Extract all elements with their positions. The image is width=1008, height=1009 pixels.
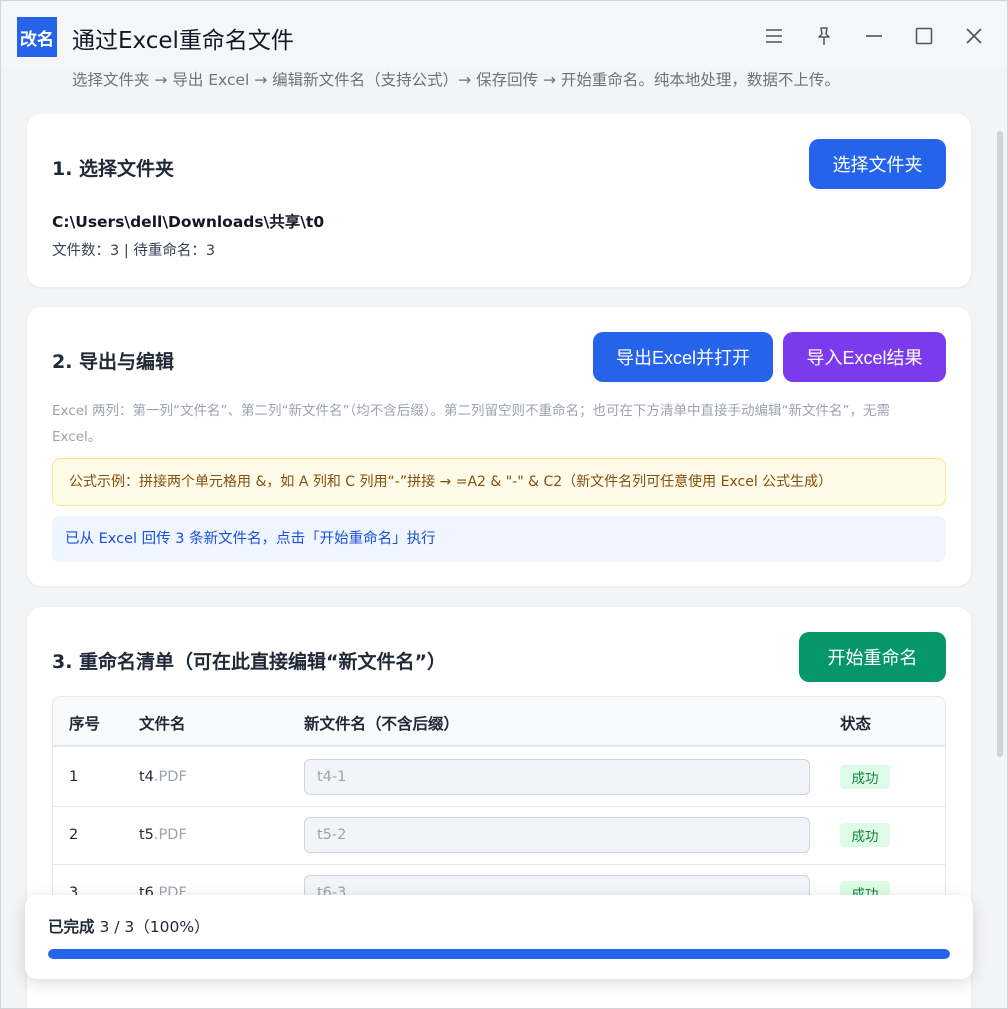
excel-format-note: Excel 两列：第一列“文件名”、第二列“新文件名”（均不含后缀）。第二列留空… [52,403,891,445]
newname-input[interactable]: t5-2 [304,817,810,853]
scrollbar[interactable] [997,131,1003,757]
table-header: 序号 文件名 新文件名（不含后缀） 状态 [53,697,945,747]
header-newname: 新文件名（不含后缀） [304,715,460,733]
section1-title: 1. 选择文件夹 [52,158,175,180]
table-row: 2 t5.PDF t5-2 成功 [53,807,945,865]
row-filename: t5.PDF [139,827,187,843]
filename-ext: .PDF [153,827,187,843]
header-status: 状态 [840,715,872,733]
import-status-info: 已从 Excel 回传 3 条新文件名，点击「开始重命名」执行 [52,516,946,562]
app-window: 改名 通过Excel重命名文件 选择文件夹 → 导出 Excel → 编辑新文件… [0,0,1008,1009]
table-row: 1 t4.PDF t4-1 成功 [53,749,945,807]
section2-title: 2. 导出与编辑 [52,351,175,373]
export-edit-card: 2. 导出与编辑 导出Excel并打开 导入Excel结果 Excel 两列：第… [27,307,971,586]
title-bar: 改名 通过Excel重命名文件 [1,1,1007,67]
menu-icon[interactable] [759,21,789,51]
status-badge: 成功 [840,765,890,789]
export-excel-button[interactable]: 导出Excel并打开 [593,332,773,382]
app-subtitle: 选择文件夹 → 导出 Excel → 编辑新文件名（支持公式）→ 保存回传 → … [72,71,840,89]
import-excel-button[interactable]: 导入Excel结果 [783,332,946,382]
select-folder-card: 1. 选择文件夹 选择文件夹 C:\Users\dell\Downloads\共… [27,114,971,287]
progress-bar [48,949,950,959]
filename-base: t4 [139,769,154,785]
minimize-icon[interactable] [859,21,889,51]
app-title: 通过Excel重命名文件 [72,28,294,54]
row-filename: t4.PDF [139,769,187,785]
filename-ext: .PDF [153,769,187,785]
formula-tip: 公式示例：拼接两个单元格用 &，如 A 列和 C 列用“-”拼接 → =A2 &… [52,458,946,506]
choose-folder-button[interactable]: 选择文件夹 [809,139,946,189]
header-filename: 文件名 [139,715,186,733]
section3-title: 3. 重命名清单（可在此直接编辑“新文件名”） [52,651,447,673]
status-badge: 成功 [840,823,890,847]
progress-label-value: 3 / 3（100%） [99,918,210,936]
row-index: 1 [69,769,79,785]
progress-panel: 已完成 3 / 3（100%） [25,895,973,979]
progress-fill [48,949,950,959]
start-rename-button[interactable]: 开始重命名 [799,632,946,682]
close-icon[interactable] [959,21,989,51]
row-index: 2 [69,827,79,843]
maximize-icon[interactable] [909,21,939,51]
filename-base: t5 [139,827,154,843]
app-logo: 改名 [17,17,57,57]
newname-input[interactable]: t4-1 [304,759,810,795]
pin-icon[interactable] [809,21,839,51]
progress-label-prefix: 已完成 [48,918,95,936]
header-index: 序号 [69,715,101,733]
file-counts: 文件数：3 | 待重命名：3 [52,243,216,259]
progress-label: 已完成 3 / 3（100%） [48,915,210,937]
folder-path: C:\Users\dell\Downloads\共享\t0 [52,213,325,231]
